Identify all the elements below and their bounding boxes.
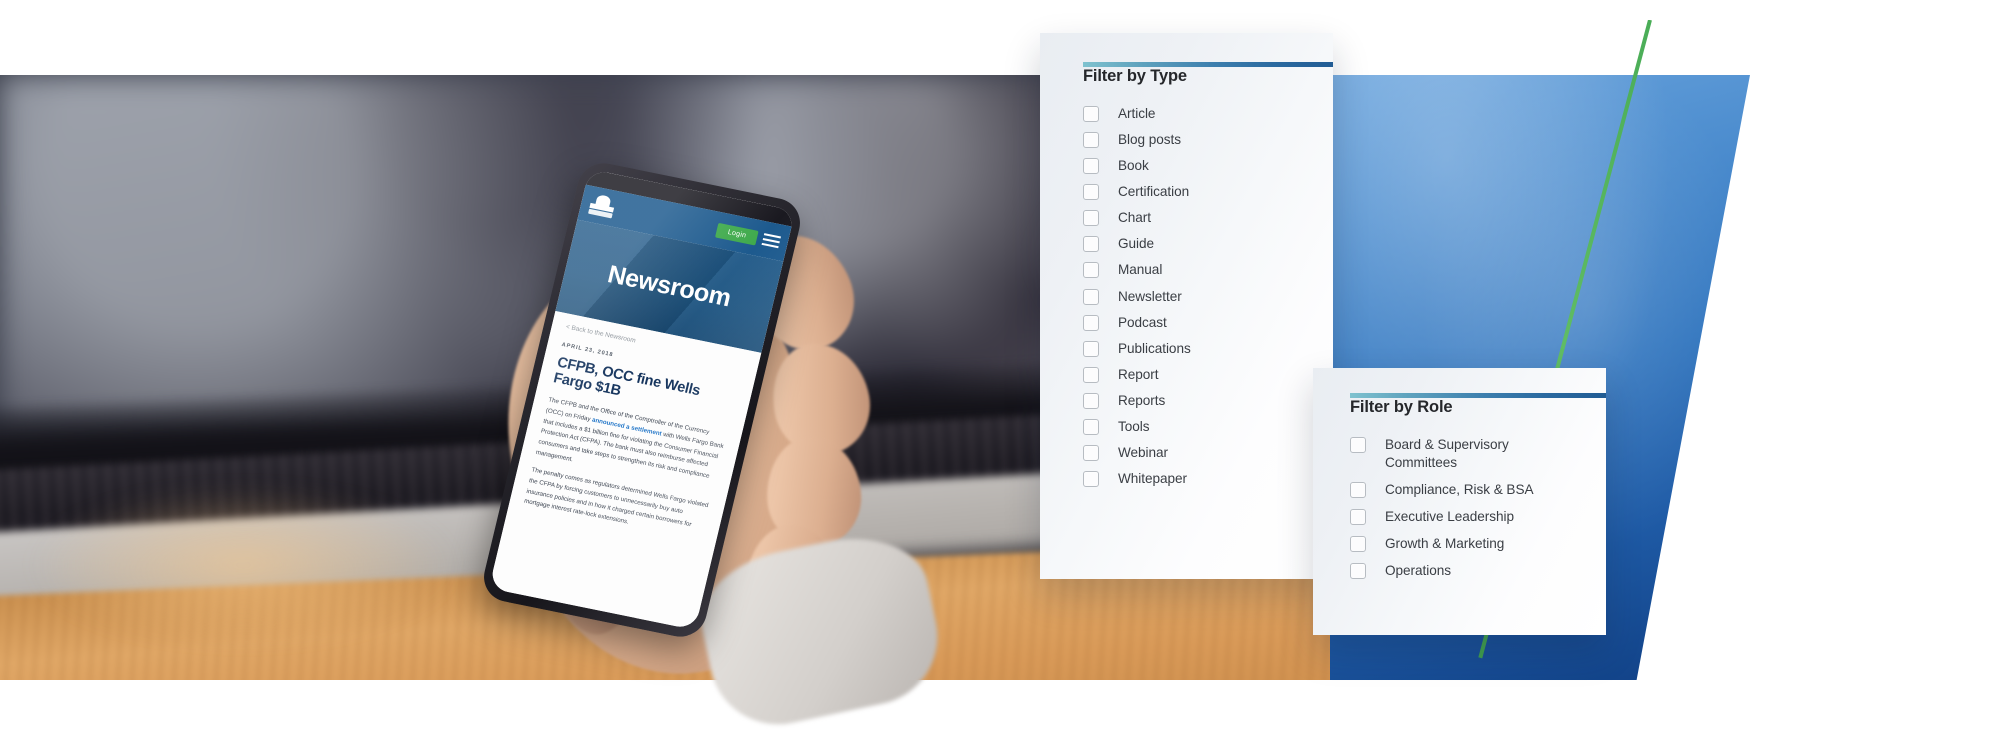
filter-option-label: Tools (1118, 418, 1150, 434)
filter-option-label: Article (1118, 106, 1156, 121)
filter-option-label: Manual (1118, 262, 1163, 278)
checkbox-guide[interactable] (1083, 236, 1099, 253)
filter-by-role-panel: Filter by Role Board & Supervisory Commi… (1313, 368, 1606, 635)
filter-by-role-title: Filter by Role (1350, 398, 1453, 416)
filter-option-compliance-risk-bsa[interactable]: Compliance, Risk & BSA (1350, 481, 1606, 499)
checkbox-chart[interactable] (1083, 210, 1099, 227)
filter-by-type-inner: Filter by Type Article Blog posts Book C… (1040, 33, 1333, 579)
checkbox-compliance-risk-bsa[interactable] (1350, 482, 1366, 499)
filter-option-label: Blog posts (1118, 132, 1181, 148)
filter-option-newsletter[interactable]: Newsletter (1083, 288, 1333, 306)
login-button[interactable]: Login (715, 222, 759, 246)
hamburger-icon[interactable] (761, 233, 781, 249)
filter-option-label: Report (1118, 366, 1159, 382)
checkbox-newsletter[interactable] (1083, 288, 1099, 305)
filter-option-label: Chart (1118, 210, 1151, 226)
filter-option-label: Publications (1118, 340, 1191, 356)
filter-option-webinar[interactable]: Webinar (1083, 444, 1333, 462)
filter-option-tools[interactable]: Tools (1083, 418, 1333, 436)
filter-option-label: Growth & Marketing (1385, 536, 1505, 552)
filter-option-chart[interactable]: Chart (1083, 209, 1333, 227)
filter-option-label: Podcast (1118, 314, 1167, 330)
filter-option-executive-leadership[interactable]: Executive Leadership (1350, 508, 1606, 526)
filter-by-role-inner: Filter by Role Board & Supervisory Commi… (1313, 368, 1606, 635)
checkbox-executive-leadership[interactable] (1350, 509, 1366, 526)
checkbox-operations[interactable] (1350, 563, 1366, 580)
filter-option-blog-posts[interactable]: Blog posts (1083, 131, 1333, 149)
warm-light-bloom (28, 486, 458, 644)
filter-option-board-supervisory-committees[interactable]: Board & Supervisory Committees (1350, 436, 1606, 472)
nafcu-capitol-dome-logo[interactable] (587, 192, 618, 221)
checkbox-tools[interactable] (1083, 418, 1099, 435)
checkbox-publications[interactable] (1083, 340, 1099, 357)
filter-option-article[interactable]: Article (1083, 105, 1333, 123)
checkbox-manual[interactable] (1083, 262, 1099, 279)
checkbox-certification[interactable] (1083, 184, 1099, 201)
checkbox-report[interactable] (1083, 366, 1099, 383)
filter-option-reports[interactable]: Reports (1083, 392, 1333, 410)
page-root: Login Newsroom < Back to the Newsroom AP… (0, 0, 1999, 752)
filter-by-role-options: Board & Supervisory Committees Complianc… (1350, 436, 1606, 580)
checkbox-webinar[interactable] (1083, 445, 1099, 462)
filter-option-label: Newsletter (1118, 288, 1182, 304)
checkbox-podcast[interactable] (1083, 314, 1099, 331)
checkbox-reports[interactable] (1083, 392, 1099, 409)
filter-option-label: Reports (1118, 392, 1166, 408)
filter-by-type-panel: Filter by Type Article Blog posts Book C… (1040, 33, 1333, 579)
filter-option-certification[interactable]: Certification (1083, 183, 1333, 201)
filter-option-publications[interactable]: Publications (1083, 340, 1333, 358)
filter-option-label: Whitepaper (1118, 471, 1188, 487)
filter-option-guide[interactable]: Guide (1083, 235, 1333, 253)
checkbox-blog-posts[interactable] (1083, 132, 1099, 149)
filter-option-label: Executive Leadership (1385, 509, 1514, 525)
checkbox-board-supervisory-committees[interactable] (1350, 437, 1366, 453)
filter-option-operations[interactable]: Operations (1350, 562, 1606, 580)
filter-option-report[interactable]: Report (1083, 366, 1333, 384)
filter-option-podcast[interactable]: Podcast (1083, 314, 1333, 332)
filter-option-manual[interactable]: Manual (1083, 261, 1333, 279)
checkbox-article[interactable] (1083, 106, 1099, 122)
filter-option-growth-marketing[interactable]: Growth & Marketing (1350, 535, 1606, 553)
checkbox-book[interactable] (1083, 158, 1099, 175)
filter-option-label: Book (1118, 158, 1149, 174)
filter-option-label: Board & Supervisory Committees (1385, 437, 1509, 471)
filter-by-type-options: Article Blog posts Book Certification Ch… (1083, 105, 1333, 488)
filter-option-book[interactable]: Book (1083, 157, 1333, 175)
filter-option-label: Operations (1385, 563, 1451, 579)
phone-hero-title: Newsroom (605, 259, 734, 312)
filter-option-label: Compliance, Risk & BSA (1385, 482, 1534, 498)
checkbox-whitepaper[interactable] (1083, 471, 1099, 488)
filter-option-label: Webinar (1118, 445, 1169, 461)
checkbox-growth-marketing[interactable] (1350, 536, 1366, 553)
filter-by-type-title: Filter by Type (1083, 67, 1187, 85)
filter-option-label: Certification (1118, 184, 1190, 200)
filter-option-label: Guide (1118, 236, 1155, 252)
filter-option-whitepaper[interactable]: Whitepaper (1083, 470, 1333, 488)
